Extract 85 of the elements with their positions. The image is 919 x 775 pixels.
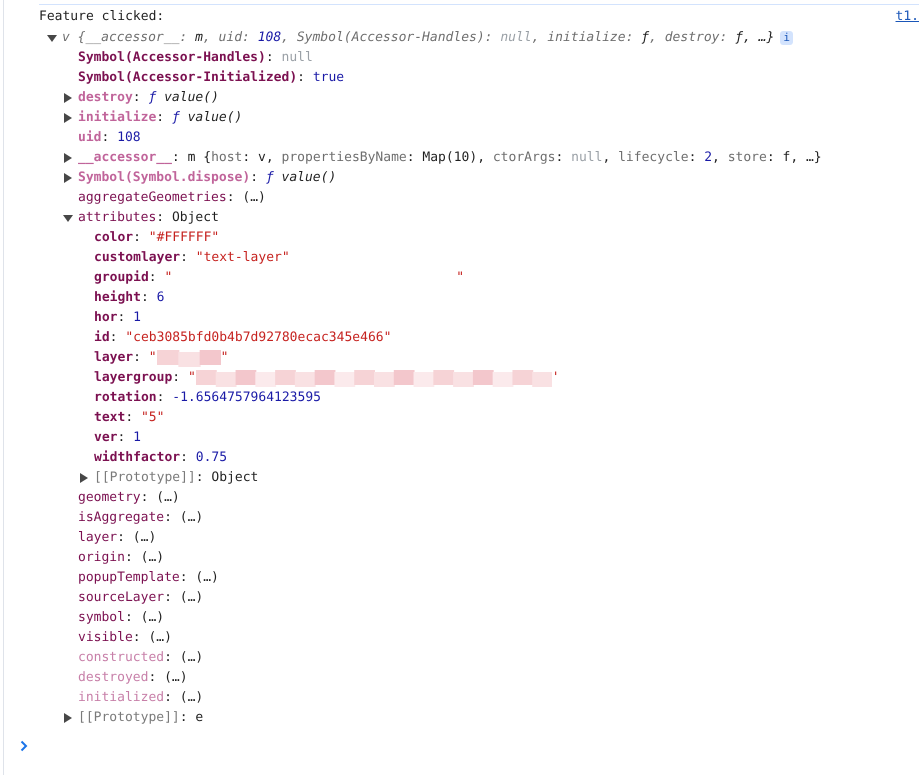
property-value: : (…) [132, 629, 172, 648]
property-value: : (…) [164, 649, 204, 668]
property-value: " [220, 349, 228, 368]
property-value: " [456, 269, 464, 288]
property-key: initialized [78, 688, 164, 708]
property-value: : e [180, 709, 204, 728]
property-value: : " [133, 349, 157, 368]
property-key: destroyed [78, 668, 148, 688]
property-value: : " [148, 269, 172, 288]
disclosure-triangle-icon[interactable] [63, 713, 73, 723]
property-value: : (…) [164, 509, 204, 528]
property-key: Symbol(Symbol.dispose) [78, 168, 250, 188]
property-value: : m {host: v, propertiesByName: Map(10), ctorArgs: null, lifecycle: 2, store: f, …} [172, 149, 822, 168]
property-key: layer [94, 348, 134, 368]
disclosure-triangle-icon[interactable] [63, 213, 73, 223]
property-value: : 1 [117, 309, 141, 328]
property-key: [[Prototype]] [78, 708, 180, 728]
info-badge[interactable]: i [780, 31, 793, 45]
property-value: : "#FFFFFF" [133, 229, 220, 248]
property-key: [[Prototype]] [94, 468, 196, 488]
property-value: : (…) [117, 529, 156, 548]
property-key: layer [78, 528, 118, 548]
property-key: initialize [78, 108, 156, 128]
redaction-blur [156, 349, 221, 367]
property-value: : 0.75 [180, 449, 228, 468]
disclosure-triangle-icon[interactable] [63, 173, 73, 183]
property-key: widthfactor [94, 448, 180, 468]
property-key: symbol [78, 608, 125, 628]
source-link[interactable]: t1. [896, 6, 919, 26]
property-key: destroy [78, 88, 133, 108]
disclosure-triangle-icon[interactable] [63, 113, 73, 123]
property-key: Symbol(Accessor-Handles) [78, 48, 266, 68]
property-value: : (…) [124, 549, 164, 568]
property-value: : Object [196, 469, 258, 488]
property-key: groupid [94, 268, 149, 288]
property-value: : Object [156, 209, 219, 228]
property-value: : (…) [164, 689, 204, 708]
property-value: v {__accessor__: m, uid: 108, Symbol(Accessor-Handles): null, initialize: ƒ, destroy: ƒ, …} [62, 29, 774, 48]
property-value: : null [266, 49, 313, 68]
property-key: customlayer [94, 248, 180, 268]
property-key: sourceLayer [78, 588, 164, 608]
property-value: : (…) [180, 569, 219, 588]
property-value: : "ceb3085bfd0b4b7d92780ecac345e466" [110, 329, 392, 348]
property-key: id [94, 328, 110, 348]
property-value: : (…) [140, 489, 180, 508]
property-value: : ƒ value() [250, 169, 336, 188]
property-key: uid [78, 128, 102, 148]
log-message: Feature clicked: [39, 8, 164, 26]
property-key: geometry [78, 488, 141, 508]
property-value: : " [172, 369, 196, 388]
property-value: : -1.6564757964123595 [156, 389, 321, 408]
property-key: isAggregate [78, 508, 164, 528]
property-key: origin [78, 548, 125, 568]
property-value: ' [552, 369, 560, 388]
property-key: layergroup [94, 368, 172, 388]
property-value: : ƒ value() [156, 109, 242, 128]
property-value: : 1 [117, 429, 141, 448]
disclosure-triangle-icon[interactable] [63, 93, 73, 103]
property-value: : (…) [148, 669, 188, 688]
property-value: : (…) [124, 609, 164, 628]
property-key: color [94, 228, 134, 248]
property-value: : 108 [101, 129, 141, 148]
property-key: __accessor__ [78, 148, 172, 168]
property-key: aggregateGeometries [78, 188, 227, 208]
prompt-chevron-icon [20, 740, 28, 752]
property-key: ver [94, 428, 118, 448]
disclosure-triangle-icon[interactable] [47, 33, 57, 43]
property-value: : (…) [226, 189, 266, 208]
property-key: rotation [94, 388, 157, 408]
property-value: : ƒ value() [132, 89, 219, 108]
property-key: text [94, 408, 126, 428]
property-key: popupTemplate [78, 568, 180, 588]
property-key: Symbol(Accessor-Initialized) [78, 68, 298, 88]
disclosure-triangle-icon[interactable] [63, 153, 73, 163]
property-value: : "text-layer" [180, 249, 290, 268]
property-key: visible [78, 628, 133, 648]
property-value: : (…) [164, 589, 204, 608]
property-value: : true [297, 69, 344, 88]
property-value: : "5" [125, 409, 164, 428]
property-key: constructed [78, 648, 164, 668]
disclosure-triangle-icon[interactable] [79, 473, 89, 483]
property-key: hor [94, 308, 118, 328]
property-key: attributes [78, 208, 156, 228]
property-value: : 6 [140, 289, 164, 308]
property-key: height [94, 288, 141, 308]
